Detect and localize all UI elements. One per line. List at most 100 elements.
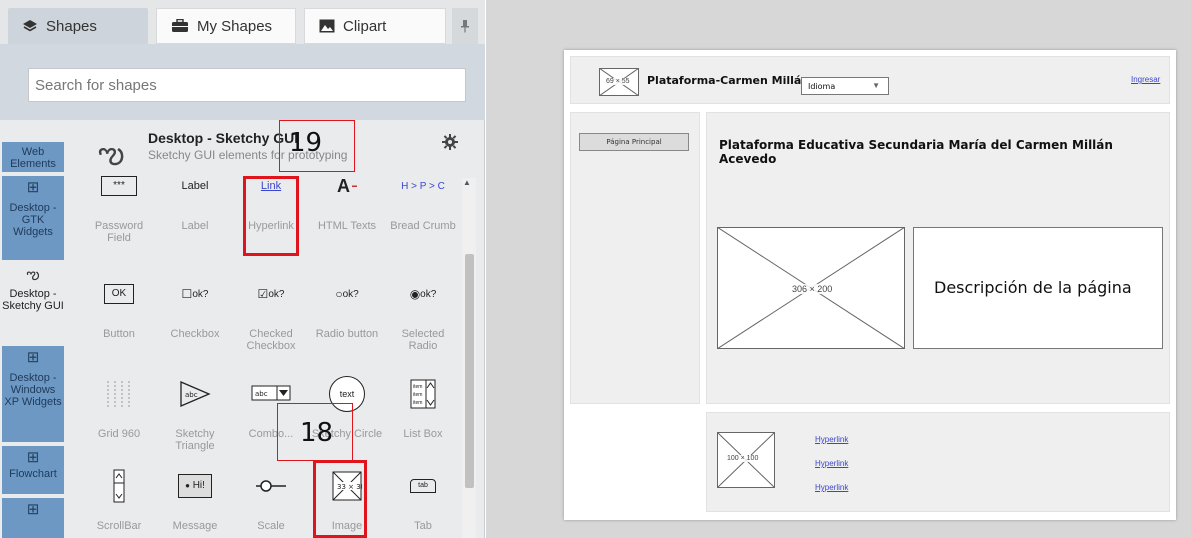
grid-icon: ⊞ (26, 449, 40, 466)
shape-scrollbar[interactable]: ScrollBar (82, 466, 156, 532)
shape-library-panel: Shapes My Shapes Clipart ︿ Web Elements … (0, 0, 485, 538)
mock-footer[interactable]: 100 × 100 Hyperlink Hyperlink Hyperlink (706, 412, 1170, 512)
annotation-number-19: 19 (289, 128, 323, 158)
category-label: Web Elements (10, 146, 56, 170)
search-area (0, 44, 485, 120)
search-input[interactable] (28, 68, 466, 102)
shape-label: Button (103, 328, 135, 340)
button-icon: OK (82, 274, 156, 314)
main-image-placeholder[interactable]: 306 × 200 (717, 227, 905, 349)
category-more[interactable]: ⊞ (2, 498, 64, 538)
shape-checkbox[interactable]: ☐ ok? Checkbox (158, 274, 232, 340)
list-box-icon: item item item (386, 374, 460, 414)
svg-text:item: item (413, 384, 422, 390)
language-select-value: Idioma (808, 82, 836, 91)
shape-bread-crumb[interactable]: H > P > C Bread Crumb (386, 166, 460, 233)
layers-icon (22, 19, 38, 33)
shape-message[interactable]: ● Hi! Message (158, 466, 232, 532)
description-text: Descripción de la página (934, 278, 1132, 297)
bread-crumb-icon: H > P > C (401, 180, 445, 192)
shape-label-element[interactable]: Label Label (158, 166, 232, 232)
shape-password-field[interactable]: *** Password Field (82, 166, 156, 244)
triangle-icon: abc (158, 374, 232, 414)
password-field-icon: *** (82, 166, 156, 206)
pin-icon[interactable] (452, 8, 478, 44)
svg-text:item: item (413, 392, 422, 398)
image-icon (319, 19, 335, 33)
placeholder-size-label: 306 × 200 (792, 284, 833, 294)
placeholder-size-label: 100 × 100 (727, 455, 759, 462)
grid-960-icon (82, 374, 156, 414)
footer-link[interactable]: Hyperlink (815, 483, 848, 492)
shape-list-box[interactable]: item item item List Box (386, 374, 460, 440)
shape-label: List Box (403, 428, 443, 440)
login-link[interactable]: Ingresar (1131, 75, 1160, 84)
chevron-down-icon: ▼ (872, 81, 880, 90)
scrollbar-thumb[interactable] (465, 254, 474, 488)
shape-label: Tab (414, 520, 432, 532)
scrollbar-icon (82, 466, 156, 506)
category-sketchy-gui[interactable]: ఌ Desktop - Sketchy GUI (2, 266, 64, 336)
shape-label: Checked Checkbox (246, 328, 296, 352)
scroll-up-icon[interactable]: ▲ (463, 178, 471, 187)
checked-checkbox-icon: ☑ ok? (257, 287, 285, 301)
shape-checked-checkbox[interactable]: ☑ ok? Checked Checkbox (234, 274, 308, 352)
radio-button-icon: ○ ok? (335, 287, 359, 301)
mock-sidebar[interactable]: Página Principal (570, 112, 700, 404)
shape-label: Label (181, 220, 209, 232)
shape-radio-button[interactable]: ○ ok? Radio button (310, 274, 384, 340)
shape-button[interactable]: OK Button (82, 274, 156, 340)
mockup-page[interactable]: 69 × 55 Plataforma-Carmen Millán Idioma … (564, 50, 1176, 520)
selected-radio-icon: ◉ ok? (409, 287, 437, 301)
checkbox-icon: ☐ ok? (181, 287, 209, 301)
footer-image-placeholder[interactable]: 100 × 100 (717, 432, 775, 488)
tab-my-shapes[interactable]: My Shapes (156, 8, 296, 44)
footer-link[interactable]: Hyperlink (815, 459, 848, 468)
tab-shapes-label: Shapes (46, 17, 97, 35)
description-box[interactable]: Descripción de la página (913, 227, 1163, 349)
footer-link[interactable]: Hyperlink (815, 435, 848, 444)
grid-icon: ⊞ (26, 179, 40, 196)
shape-label: HTML Texts (317, 220, 377, 232)
category-web-elements[interactable]: Web Elements (2, 142, 64, 172)
category-flowchart[interactable]: ⊞ Flowchart (2, 446, 64, 494)
mock-main[interactable]: Plataforma Educativa Secundaria María de… (706, 112, 1170, 404)
home-nav-button[interactable]: Página Principal (579, 133, 689, 151)
shape-html-texts[interactable]: A ▬ HTML Texts (310, 166, 384, 233)
shape-label: Sketchy Triangle (175, 428, 215, 452)
annotation-number-18: 18 (300, 418, 334, 448)
sketchy-logo-icon: ఌ (26, 265, 40, 283)
tab-clipart[interactable]: Clipart (304, 8, 446, 44)
shape-selected-radio[interactable]: ◉ ok? Selected Radio (386, 274, 460, 352)
shape-label: Bread Crumb (390, 220, 456, 232)
highlight-image (313, 460, 367, 538)
shape-label: Grid 960 (97, 428, 141, 440)
html-texts-icon: A ▬ (337, 175, 357, 196)
category-label: Flowchart (9, 468, 57, 480)
mock-header[interactable]: 69 × 55 Plataforma-Carmen Millán Idioma … (570, 56, 1170, 104)
shape-tab[interactable]: tab Tab (386, 466, 460, 532)
page-heading: Plataforma Educativa Secundaria María de… (719, 138, 1113, 166)
svg-text:abc: abc (185, 391, 198, 399)
tab-shapes[interactable]: Shapes (8, 8, 148, 44)
category-label: Desktop - Sketchy GUI (2, 288, 64, 312)
shape-grid-960[interactable]: Grid 960 (82, 374, 156, 440)
shape-label: Scale (257, 520, 285, 532)
category-sidebar: ︿ Web Elements ⊞ Desktop - GTK Widgets ఌ… (0, 120, 68, 538)
language-select[interactable]: Idioma ▼ (801, 77, 889, 95)
shape-sketchy-triangle[interactable]: abc Sketchy Triangle (158, 374, 232, 452)
category-gtk-widgets[interactable]: ⊞ Desktop - GTK Widgets (2, 176, 64, 260)
gear-icon[interactable] (442, 134, 458, 155)
shape-label: Radio button (315, 328, 379, 340)
library-title: Desktop - Sketchy GUI (148, 130, 299, 146)
shape-label: Password Field (94, 220, 144, 244)
site-title: Plataforma-Carmen Millán (647, 74, 810, 87)
briefcase-icon (171, 19, 189, 33)
svg-text:item: item (413, 400, 422, 406)
logo-image-placeholder[interactable]: 69 × 55 (599, 68, 639, 96)
message-icon: ● Hi! (158, 466, 232, 506)
tab-icon: tab (386, 466, 460, 506)
shape-scale[interactable]: Scale (234, 466, 308, 532)
category-windows-xp-widgets[interactable]: ⊞ Desktop - Windows XP Widgets (2, 346, 64, 442)
svg-text:abc: abc (255, 390, 268, 398)
